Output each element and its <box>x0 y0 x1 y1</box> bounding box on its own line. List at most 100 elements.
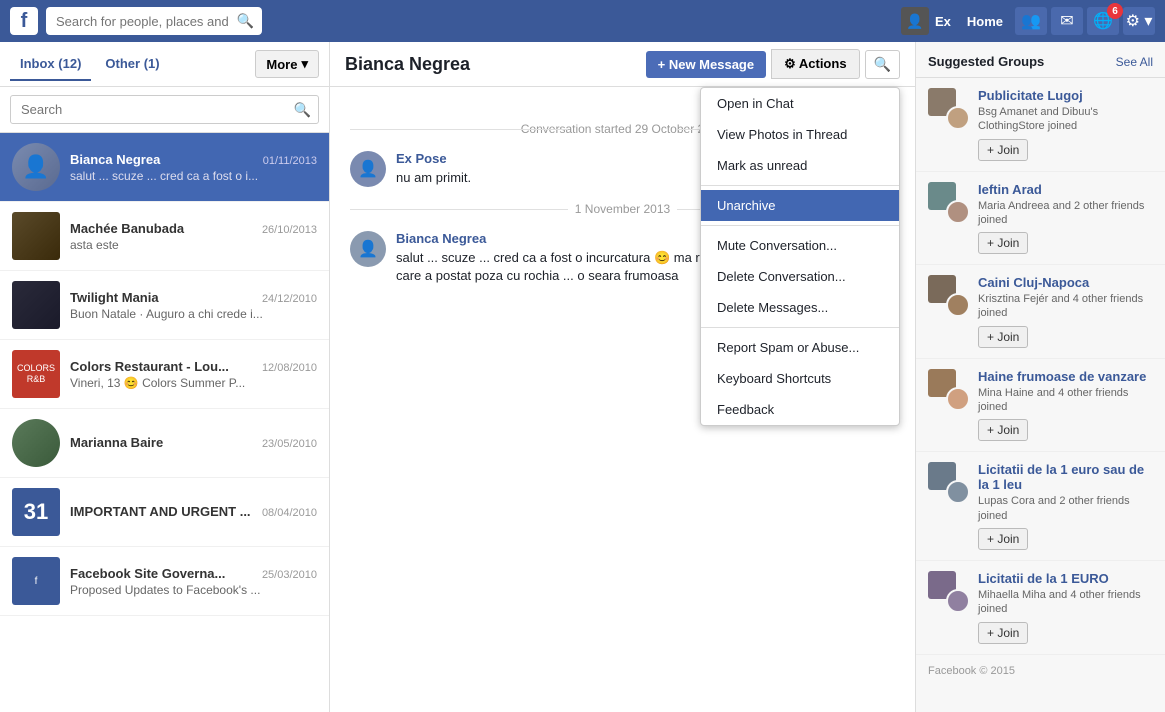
top-nav: f 🔍 👤 Ex Home 👥 ✉ 🌐 6 ⚙ ▾ <box>0 0 1165 42</box>
conv-item-twilight[interactable]: Twilight Mania 24/12/2010 Buon Natale · … <box>0 271 329 340</box>
dropdown-item-feedback[interactable]: Feedback <box>701 394 899 425</box>
dropdown-item-unarchive[interactable]: Unarchive <box>701 190 899 221</box>
conv-item-facebook[interactable]: f Facebook Site Governa... 25/03/2010 Pr… <box>0 547 329 616</box>
join-button-ieftin[interactable]: + Join <box>978 232 1028 254</box>
dropdown-item-mark-unread[interactable]: Mark as unread <box>701 150 899 181</box>
message-avatar-ex: 👤 <box>350 151 386 187</box>
group-info-licitatii1: Licitatii de la 1 euro sau de la 1 leu L… <box>978 462 1153 550</box>
nav-user-name[interactable]: Ex <box>935 14 951 29</box>
message-avatar-bianca: 👤 <box>350 231 386 267</box>
dropdown-item-delete-conv[interactable]: Delete Conversation... <box>701 261 899 292</box>
conv-info-machee: Machée Banubada 26/10/2013 asta este <box>70 221 317 252</box>
nav-user-avatar[interactable]: 👤 <box>901 7 929 35</box>
group-name-licitatii2[interactable]: Licitatii de la 1 EURO <box>978 571 1153 586</box>
message-title: Bianca Negrea <box>345 54 470 75</box>
conv-avatar-marianna <box>12 419 60 467</box>
dropdown-item-report[interactable]: Report Spam or Abuse... <box>701 332 899 363</box>
group-item-haine: Haine frumoase de vanzare Mina Haine and… <box>916 359 1165 453</box>
search-message-button[interactable]: 🔍 <box>865 50 900 79</box>
group-members-caini: Krisztina Fejér and 4 other friends join… <box>978 292 1153 321</box>
group-info-haine: Haine frumoase de vanzare Mina Haine and… <box>978 369 1153 442</box>
conv-info-colors: Colors Restaurant - Lou... 12/08/2010 Vi… <box>70 359 317 390</box>
suggested-groups-header: Suggested Groups See All <box>916 42 1165 78</box>
inbox-tabs: Inbox (12) Other (1) More ▾ <box>0 42 329 87</box>
msg-sender-ex[interactable]: Ex Pose <box>396 151 447 166</box>
conv-time-machee: 26/10/2013 <box>262 224 317 236</box>
message-actions: + New Message ⚙ Actions 🔍 Open in Chat V… <box>646 49 900 79</box>
conv-item-bianca[interactable]: 👤 Bianca Negrea 01/11/2013 salut ... scu… <box>0 133 329 202</box>
conv-item-marianna[interactable]: Marianna Baire 23/05/2010 <box>0 409 329 478</box>
inbox-tab[interactable]: Inbox (12) <box>10 48 91 81</box>
group-item-licitatii1: Licitatii de la 1 euro sau de la 1 leu L… <box>916 452 1165 561</box>
main-content: Bianca Negrea + New Message ⚙ Actions 🔍 … <box>330 42 915 712</box>
group-avatars-licitatii2 <box>928 571 970 613</box>
dropdown-item-open-chat[interactable]: Open in Chat <box>701 88 899 119</box>
footer-text: Facebook © 2015 <box>916 655 1165 687</box>
nav-links: Home 👥 ✉ 🌐 6 ⚙ ▾ <box>959 7 1155 35</box>
suggested-groups-title: Suggested Groups <box>928 54 1044 69</box>
conv-time-colors: 12/08/2010 <box>262 362 317 374</box>
group-members-publicitate: Bsg Amanet and Dibuu's ClothingStore joi… <box>978 105 1153 134</box>
conv-avatar-colors: COLORSR&B <box>12 350 60 398</box>
group-av2-haine <box>946 387 970 411</box>
group-av2-ieftin <box>946 200 970 224</box>
conv-avatar-bianca: 👤 <box>12 143 60 191</box>
conv-info-twilight: Twilight Mania 24/12/2010 Buon Natale · … <box>70 290 317 321</box>
conv-name-marianna: Marianna Baire <box>70 435 163 450</box>
more-button[interactable]: More ▾ <box>255 50 319 78</box>
msg-sender-bianca[interactable]: Bianca Negrea <box>396 231 486 246</box>
inbox-search-input[interactable] <box>10 95 319 124</box>
group-item-licitatii2: Licitatii de la 1 EURO Mihaella Miha and… <box>916 561 1165 655</box>
join-button-caini[interactable]: + Join <box>978 326 1028 348</box>
group-name-publicitate[interactable]: Publicitate Lugoj <box>978 88 1153 103</box>
messages-icon-button[interactable]: ✉ <box>1051 7 1083 35</box>
dropdown-divider-1 <box>701 185 899 186</box>
group-name-caini[interactable]: Caini Cluj-Napoca <box>978 275 1153 290</box>
dropdown-item-mute[interactable]: Mute Conversation... <box>701 230 899 261</box>
right-sidebar: Suggested Groups See All Publicitate Lug… <box>915 42 1165 712</box>
conv-name-important: IMPORTANT AND URGENT ... <box>70 504 251 519</box>
friends-icon-button[interactable]: 👥 <box>1015 7 1047 35</box>
conv-avatar-machee <box>12 212 60 260</box>
dropdown-divider-2 <box>701 225 899 226</box>
other-tab[interactable]: Other (1) <box>95 48 169 81</box>
search-wrap: 🔍 <box>46 7 262 35</box>
group-av2-licitatii1 <box>946 480 970 504</box>
inbox-search-icon: 🔍 <box>294 101 311 118</box>
settings-icon-button[interactable]: ⚙ ▾ <box>1123 7 1155 35</box>
nav-user: 👤 Ex <box>901 7 951 35</box>
notifications-icon-button[interactable]: 🌐 6 <box>1087 7 1119 35</box>
group-info-licitatii2: Licitatii de la 1 EURO Mihaella Miha and… <box>978 571 1153 644</box>
home-button[interactable]: Home <box>959 10 1011 33</box>
group-item-caini: Caini Cluj-Napoca Krisztina Fejér and 4 … <box>916 265 1165 359</box>
conv-item-machee[interactable]: Machée Banubada 26/10/2013 asta este <box>0 202 329 271</box>
group-members-licitatii1: Lupas Cora and 2 other friends joined <box>978 494 1153 523</box>
see-all-link[interactable]: See All <box>1116 55 1153 69</box>
join-button-licitatii2[interactable]: + Join <box>978 622 1028 644</box>
actions-button[interactable]: ⚙ Actions <box>771 49 859 79</box>
group-members-ieftin: Maria Andreea and 2 other friends joined <box>978 199 1153 228</box>
dropdown-item-view-photos[interactable]: View Photos in Thread <box>701 119 899 150</box>
dropdown-item-delete-msg[interactable]: Delete Messages... <box>701 292 899 323</box>
conv-info-marianna: Marianna Baire 23/05/2010 <box>70 435 317 452</box>
nav-search-input[interactable] <box>46 7 262 35</box>
group-info-caini: Caini Cluj-Napoca Krisztina Fejér and 4 … <box>978 275 1153 348</box>
inbox-search: 🔍 <box>0 87 329 133</box>
conv-item-important[interactable]: 31 IMPORTANT AND URGENT ... 08/04/2010 <box>0 478 329 547</box>
group-avatars-publicitate <box>928 88 970 130</box>
group-info-ieftin: Ieftin Arad Maria Andreea and 2 other fr… <box>978 182 1153 255</box>
group-name-haine[interactable]: Haine frumoase de vanzare <box>978 369 1153 384</box>
new-message-button[interactable]: + New Message <box>646 51 766 78</box>
dropdown-item-keyboard[interactable]: Keyboard Shortcuts <box>701 363 899 394</box>
join-button-publicitate[interactable]: + Join <box>978 139 1028 161</box>
conv-item-colors[interactable]: COLORSR&B Colors Restaurant - Lou... 12/… <box>0 340 329 409</box>
group-av2-licitatii2 <box>946 589 970 613</box>
join-button-haine[interactable]: + Join <box>978 419 1028 441</box>
group-name-licitatii1[interactable]: Licitatii de la 1 euro sau de la 1 leu <box>978 462 1153 492</box>
facebook-logo[interactable]: f <box>10 7 38 35</box>
join-button-licitatii1[interactable]: + Join <box>978 528 1028 550</box>
conv-preview-twilight: Buon Natale · Auguro a chi crede i... <box>70 307 317 321</box>
group-name-ieftin[interactable]: Ieftin Arad <box>978 182 1153 197</box>
conv-preview-bianca: salut ... scuze ... cred ca a fost o i..… <box>70 169 317 183</box>
group-members-licitatii2: Mihaella Miha and 4 other friends joined <box>978 588 1153 617</box>
